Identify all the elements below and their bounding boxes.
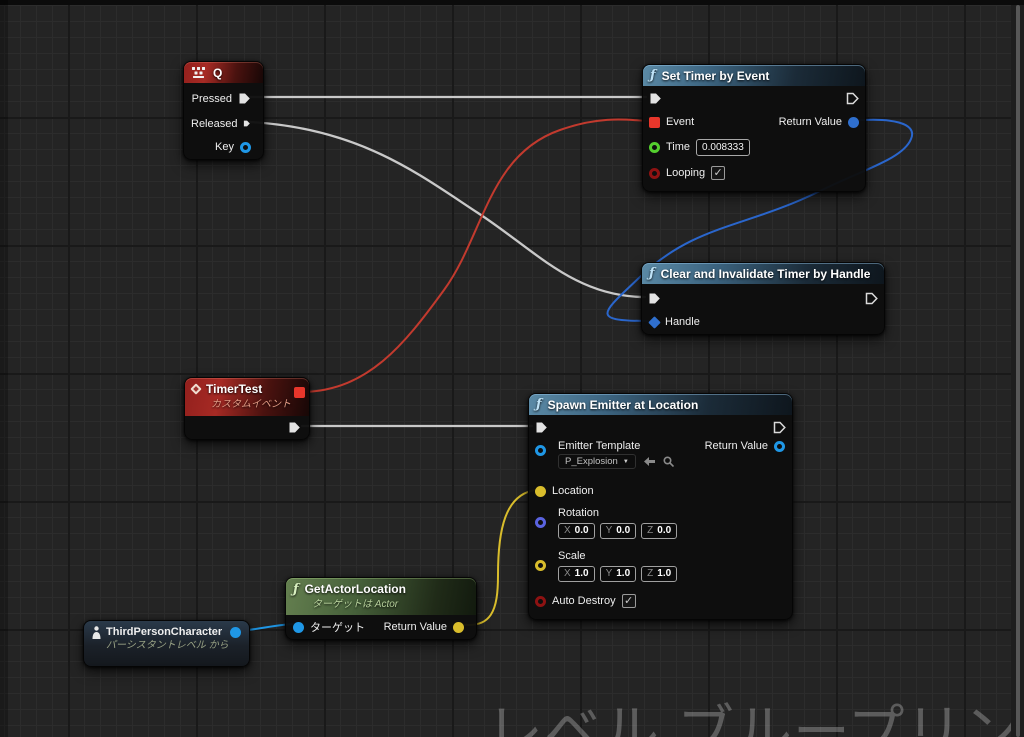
panel-left-edge — [0, 0, 8, 737]
location-pin-label: Location — [552, 485, 594, 497]
set-timer-return-label: Return Value — [778, 116, 842, 128]
get-actor-location-subtitle: ターゲットは Actor — [312, 599, 399, 610]
scale-x-input[interactable]: X 1.0 — [558, 565, 595, 582]
timertest-header: TimerTest カスタムイベント — [185, 378, 309, 416]
scrollbar-thumb[interactable] — [1016, 5, 1020, 737]
handle-pin-label: Handle — [665, 316, 700, 328]
spawn-exec-out-pin[interactable] — [773, 421, 786, 434]
spawn-return-label: Return Value — [704, 440, 768, 452]
q-node-title: Q — [213, 65, 223, 80]
scale-z-input[interactable]: Z 1.0 — [641, 565, 678, 582]
rotation-x-input[interactable]: X 0.0 — [558, 522, 595, 539]
target-pin[interactable] — [293, 621, 304, 633]
clear-timer-title: Clear and Invalidate Timer by Handle — [660, 266, 871, 281]
set-timer-header: ƒ Set Timer by Event — [643, 65, 865, 86]
auto-destroy-label: Auto Destroy — [552, 595, 616, 607]
node-third-person-character[interactable]: ThirdPersonCharacter パーシスタントレベル から — [83, 620, 250, 667]
function-icon: ƒ — [649, 266, 655, 281]
time-pin-label: Time — [666, 141, 691, 153]
node-set-timer-by-event[interactable]: ƒ Set Timer by Event Event Return Value … — [642, 64, 866, 192]
third-person-output-pin[interactable] — [230, 627, 241, 638]
node-clear-invalidate-timer[interactable]: ƒ Clear and Invalidate Timer by Handle H… — [641, 262, 885, 335]
function-icon: ƒ — [293, 581, 299, 597]
node-spawn-emitter-at-location[interactable]: ƒ Spawn Emitter at Location Emitter Temp… — [528, 393, 793, 620]
timertest-delegate-pin[interactable] — [294, 387, 305, 398]
browse-asset-icon[interactable] — [663, 456, 674, 467]
set-timer-title: Set Timer by Event — [661, 68, 770, 83]
event-delegate-pin[interactable] — [649, 116, 660, 128]
wire-released-exec[interactable] — [248, 120, 647, 299]
window-top-edge — [0, 0, 1024, 5]
get-actor-location-header: ƒ GetActorLocation ターゲットは Actor — [286, 578, 476, 615]
dropdown-arrow-icon: ▼ — [622, 458, 629, 465]
timertest-exec-out-pin[interactable] — [288, 421, 301, 434]
q-node-header: Q — [184, 62, 263, 83]
time-pin[interactable] — [649, 141, 660, 153]
pressed-exec-pin[interactable] — [238, 92, 251, 105]
looping-pin[interactable] — [649, 167, 660, 179]
emitter-template-label: Emitter Template — [558, 440, 641, 452]
blueprint-canvas[interactable]: レベル ブループリント Q Pressed Released Key ƒ Set… — [0, 0, 1024, 737]
function-icon: ƒ — [650, 68, 656, 83]
node-q-key-event[interactable]: Q Pressed Released Key — [183, 61, 264, 160]
looping-checkbox[interactable]: ✓ — [711, 166, 726, 180]
node-timertest-custom-event[interactable]: TimerTest カスタムイベント — [184, 377, 310, 440]
use-selected-asset-icon[interactable] — [643, 457, 655, 466]
custom-event-icon — [190, 383, 202, 395]
pressed-pin-label: Pressed — [191, 92, 232, 105]
auto-destroy-checkbox[interactable]: ✓ — [621, 594, 636, 608]
actor-location-return-label: Return Value — [383, 621, 447, 633]
timertest-subtitle: カスタムイベント — [211, 399, 291, 410]
handle-pin[interactable] — [648, 315, 661, 329]
spawn-emitter-header: ƒ Spawn Emitter at Location — [529, 394, 792, 415]
timertest-title: TimerTest — [206, 382, 263, 396]
clear-timer-exec-out-pin[interactable] — [865, 292, 878, 305]
actor-location-return-pin[interactable] — [453, 621, 464, 633]
clear-timer-exec-in-pin[interactable] — [648, 292, 661, 305]
person-icon — [92, 625, 101, 639]
set-timer-exec-in-pin[interactable] — [649, 92, 662, 105]
scale-pin-label: Scale — [558, 550, 586, 562]
time-value-input[interactable]: 0.008333 — [696, 138, 750, 156]
third-person-title: ThirdPersonCharacter — [106, 626, 223, 638]
spawn-exec-in-pin[interactable] — [535, 421, 548, 434]
node-get-actor-location[interactable]: ƒ GetActorLocation ターゲットは Actor ターゲット Re… — [285, 577, 477, 640]
rotation-pin-label: Rotation — [558, 507, 599, 519]
keyboard-icon — [192, 67, 205, 78]
looping-pin-label: Looping — [666, 167, 706, 179]
rotation-z-input[interactable]: Z 0.0 — [641, 522, 678, 539]
released-exec-pin[interactable] — [243, 117, 251, 130]
key-pin-label: Key — [215, 141, 234, 153]
key-pin[interactable] — [240, 141, 251, 153]
function-icon: ƒ — [536, 397, 542, 412]
third-person-subtitle: パーシスタントレベル から — [106, 640, 229, 651]
rotation-y-input[interactable]: Y 0.0 — [599, 522, 637, 539]
spawn-return-pin[interactable] — [774, 440, 785, 452]
set-timer-exec-out-pin[interactable] — [846, 92, 859, 105]
clear-timer-header: ƒ Clear and Invalidate Timer by Handle — [642, 263, 884, 284]
get-actor-location-title: GetActorLocation — [304, 582, 406, 596]
set-timer-return-pin[interactable] — [848, 116, 859, 128]
emitter-template-dropdown[interactable]: P_Explosion ▼ — [558, 454, 636, 469]
wire-timertest-event[interactable] — [303, 118, 650, 393]
released-pin-label: Released — [191, 117, 238, 130]
spawn-emitter-title: Spawn Emitter at Location — [547, 397, 699, 412]
location-pin[interactable] — [535, 485, 546, 497]
target-pin-label: ターゲット — [310, 622, 365, 634]
auto-destroy-pin[interactable] — [535, 595, 546, 607]
event-pin-label: Event — [666, 116, 695, 128]
scale-y-input[interactable]: Y 1.0 — [599, 565, 637, 582]
